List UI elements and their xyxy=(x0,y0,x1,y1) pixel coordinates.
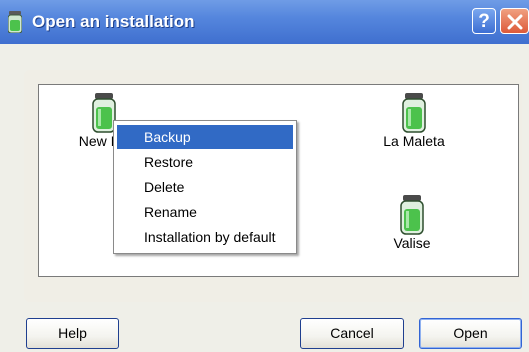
installation-item-la-maleta[interactable]: La Maleta xyxy=(364,93,464,151)
menu-item-restore[interactable]: Restore xyxy=(117,150,293,174)
question-icon: ? xyxy=(478,11,490,32)
menu-item-rename[interactable]: Rename xyxy=(117,200,293,224)
close-button[interactable] xyxy=(500,8,529,34)
installation-item-valise[interactable]: Valise xyxy=(372,195,452,253)
installation-label: Valise xyxy=(393,235,431,251)
open-button[interactable]: Open xyxy=(419,318,522,349)
installation-label: La Maleta xyxy=(383,133,445,149)
help-button[interactable]: Help xyxy=(26,318,119,349)
help-title-button[interactable]: ? xyxy=(472,8,496,34)
window-title: Open an installation xyxy=(32,12,195,31)
context-menu: Backup Restore Delete Rename Installatio… xyxy=(113,120,297,254)
title-bar[interactable]: Open an installation ? xyxy=(0,0,529,44)
menu-item-installation-by-default[interactable]: Installation by default xyxy=(117,225,293,249)
close-icon xyxy=(507,14,523,30)
jar-icon xyxy=(400,195,424,235)
cancel-button[interactable]: Cancel xyxy=(300,318,404,349)
jar-icon xyxy=(402,93,426,133)
menu-item-backup[interactable]: Backup xyxy=(117,125,293,149)
jar-icon xyxy=(8,11,22,33)
menu-item-delete[interactable]: Delete xyxy=(117,175,293,199)
